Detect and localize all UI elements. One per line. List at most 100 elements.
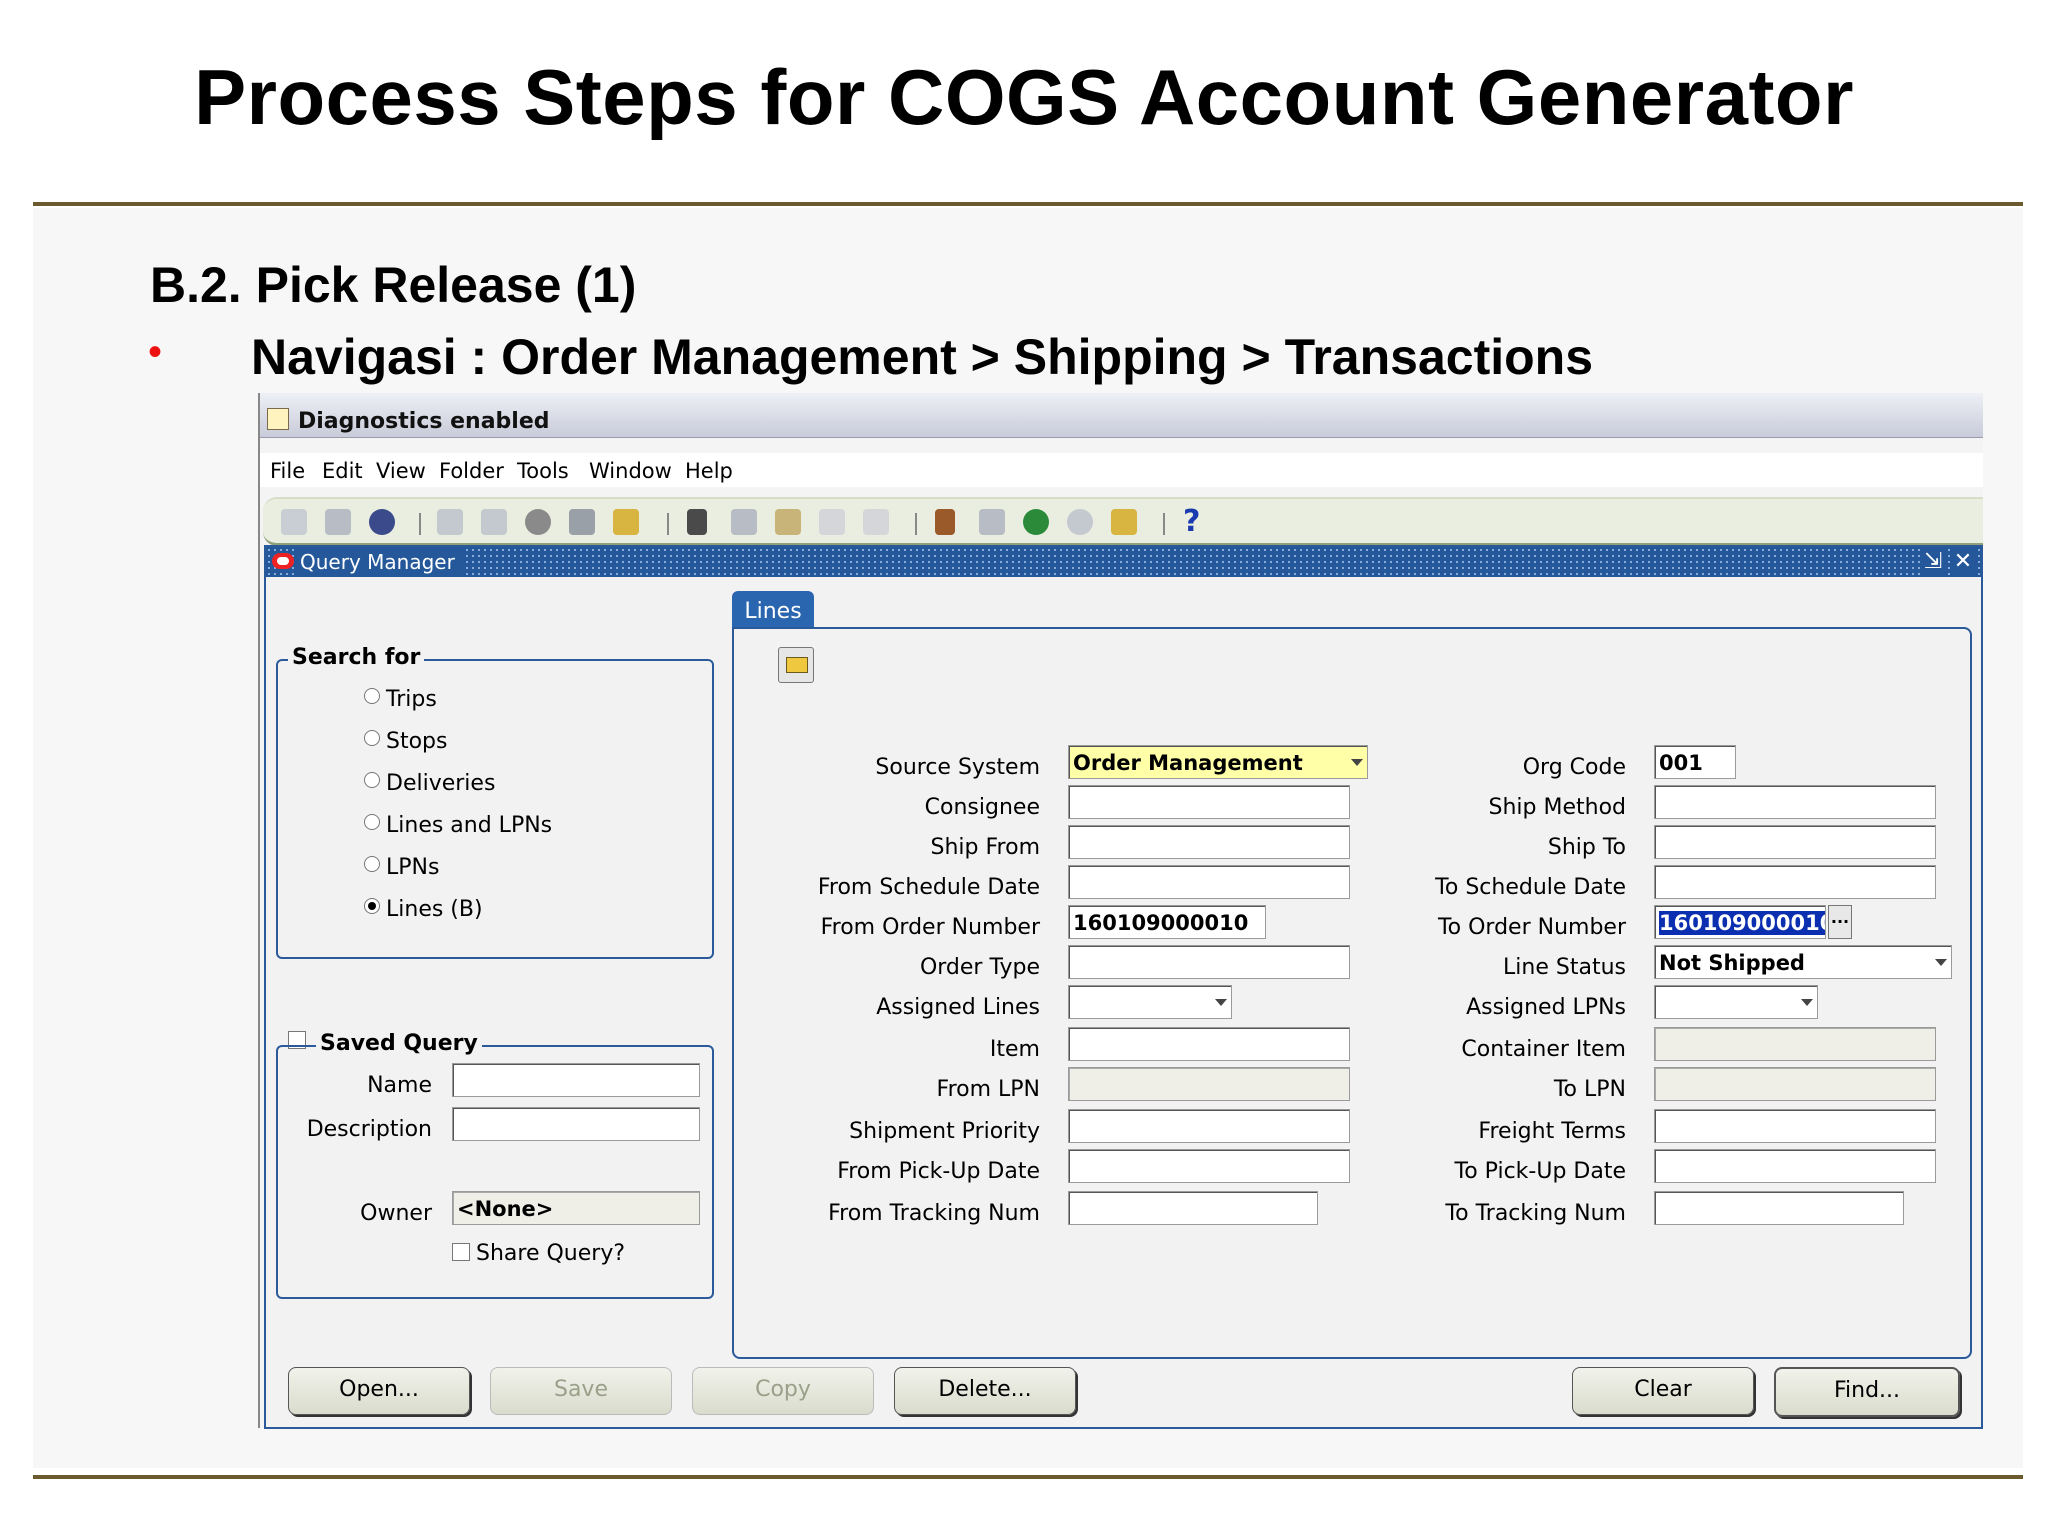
to-lpn-field[interactable]	[1654, 1067, 1936, 1101]
open-folder-icon[interactable]	[778, 647, 814, 683]
radio-label: Lines (B)	[386, 897, 483, 922]
java-icon	[267, 408, 289, 430]
radio-button[interactable]	[364, 856, 380, 872]
delete-icon[interactable]	[863, 509, 889, 535]
source-system-label: Source System	[875, 755, 1040, 780]
lines-tab-panel: Source System Order Management Consignee…	[732, 627, 1972, 1359]
search-for-group: Search for Trips Stops Deliveries Lines …	[276, 645, 714, 959]
consignee-field[interactable]	[1068, 785, 1350, 819]
switch-responsibility-icon[interactable]	[525, 509, 551, 535]
from-order-number-field[interactable]: 160109000010	[1068, 905, 1266, 939]
close-form-icon[interactable]	[613, 509, 639, 535]
paste-icon[interactable]	[775, 509, 801, 535]
save-button[interactable]: Save	[490, 1367, 672, 1415]
to-pickup-date-field[interactable]	[1654, 1149, 1936, 1183]
chevron-down-icon[interactable]	[1801, 999, 1813, 1006]
freight-terms-field[interactable]	[1654, 1109, 1936, 1143]
description-field[interactable]	[452, 1107, 700, 1141]
radio-lines[interactable]: Lines (B)	[364, 897, 483, 922]
radio-deliveries[interactable]: Deliveries	[364, 771, 495, 796]
owner-field[interactable]: <None>	[452, 1191, 700, 1225]
container-item-field[interactable]	[1654, 1027, 1936, 1061]
chevron-down-icon[interactable]	[1215, 999, 1227, 1006]
shipment-priority-field[interactable]	[1068, 1109, 1350, 1143]
find-button[interactable]: Find...	[1774, 1367, 1960, 1417]
copy-button[interactable]: Copy	[692, 1367, 874, 1415]
ship-from-field[interactable]	[1068, 825, 1350, 859]
clear-record-icon[interactable]	[819, 509, 845, 535]
description-label: Description	[306, 1117, 432, 1142]
order-type-field[interactable]	[1068, 945, 1350, 979]
copy-icon[interactable]	[731, 509, 757, 535]
radio-label: Stops	[386, 729, 448, 754]
menu-window[interactable]: Window	[589, 459, 672, 483]
print-icon[interactable]	[569, 509, 595, 535]
from-pickup-date-field[interactable]	[1068, 1149, 1350, 1183]
cut-icon[interactable]	[687, 509, 707, 535]
to-order-number-field[interactable]: 160109000010	[1654, 905, 1826, 939]
zoom-icon[interactable]	[979, 509, 1005, 535]
radio-trips[interactable]: Trips	[364, 687, 437, 712]
chevron-down-icon[interactable]	[1351, 759, 1363, 766]
to-tracking-num-field[interactable]	[1654, 1191, 1904, 1225]
slide-title: Process Steps for COGS Account Generator	[194, 53, 1854, 141]
line-status-select[interactable]: Not Shipped	[1654, 945, 1952, 979]
menu-view[interactable]: View	[376, 459, 426, 483]
name-label: Name	[367, 1073, 432, 1098]
order-type-label: Order Type	[919, 955, 1040, 980]
bottom-divider	[33, 1475, 2023, 1479]
menu-tools[interactable]: Tools	[517, 459, 569, 483]
freight-terms-label: Freight Terms	[1478, 1119, 1626, 1144]
ship-to-field[interactable]	[1654, 825, 1936, 859]
folder-tools-icon[interactable]	[1111, 509, 1137, 535]
minimize-icon[interactable]: ⇲	[1921, 549, 1945, 575]
menu-edit[interactable]: Edit	[322, 459, 363, 483]
line-status-value: Not Shipped	[1659, 951, 1805, 975]
from-tracking-num-field[interactable]	[1068, 1191, 1318, 1225]
from-order-number-label: From Order Number	[820, 915, 1040, 940]
radio-lpns[interactable]: LPNs	[364, 855, 439, 880]
to-schedule-date-field[interactable]	[1654, 865, 1936, 899]
assigned-lines-select[interactable]	[1068, 985, 1232, 1019]
list-of-values-button[interactable]: ...	[1828, 905, 1852, 939]
delete-button[interactable]: Delete...	[894, 1367, 1076, 1415]
from-lpn-field[interactable]	[1068, 1067, 1350, 1101]
radio-button[interactable]	[364, 772, 380, 788]
item-field[interactable]	[1068, 1027, 1350, 1061]
new-icon[interactable]	[281, 509, 307, 535]
help-icon[interactable]: ?	[1183, 507, 1209, 537]
source-system-select[interactable]: Order Management	[1068, 745, 1368, 779]
attachments-icon[interactable]	[1067, 509, 1093, 535]
radio-lines-and-lpns[interactable]: Lines and LPNs	[364, 813, 552, 838]
find-icon[interactable]	[325, 509, 351, 535]
from-schedule-date-field[interactable]	[1068, 865, 1350, 899]
tab-lines[interactable]: Lines	[732, 591, 814, 629]
toolbar-separator	[667, 513, 669, 535]
open-button[interactable]: Open...	[288, 1367, 470, 1415]
share-query-checkbox[interactable]	[452, 1243, 470, 1261]
translations-icon[interactable]	[1023, 509, 1049, 535]
saved-query-group: Saved Query Name Description Owner <None…	[276, 1031, 714, 1299]
close-icon[interactable]: ✕	[1951, 549, 1975, 575]
save-icon[interactable]	[437, 509, 463, 535]
assigned-lpns-select[interactable]	[1654, 985, 1818, 1019]
query-manager-title: Query Manager	[296, 547, 465, 577]
org-code-field[interactable]: 001	[1654, 745, 1736, 779]
ship-method-field[interactable]	[1654, 785, 1936, 819]
edit-field-icon[interactable]	[935, 509, 955, 535]
radio-button[interactable]	[364, 688, 380, 704]
menu-file[interactable]: File	[270, 459, 305, 483]
clear-button[interactable]: Clear	[1572, 1367, 1754, 1415]
name-field[interactable]	[452, 1063, 700, 1097]
radio-button[interactable]	[364, 730, 380, 746]
next-step-icon[interactable]	[481, 509, 507, 535]
chevron-down-icon[interactable]	[1935, 959, 1947, 966]
menu-folder[interactable]: Folder	[439, 459, 504, 483]
oracle-logo-icon	[272, 553, 294, 569]
radio-stops[interactable]: Stops	[364, 729, 447, 754]
menu-help[interactable]: Help	[685, 459, 733, 483]
radio-button[interactable]	[364, 814, 380, 830]
navigator-icon[interactable]	[369, 509, 395, 535]
toolbar-separator	[419, 513, 421, 535]
radio-button-selected[interactable]	[364, 898, 380, 914]
